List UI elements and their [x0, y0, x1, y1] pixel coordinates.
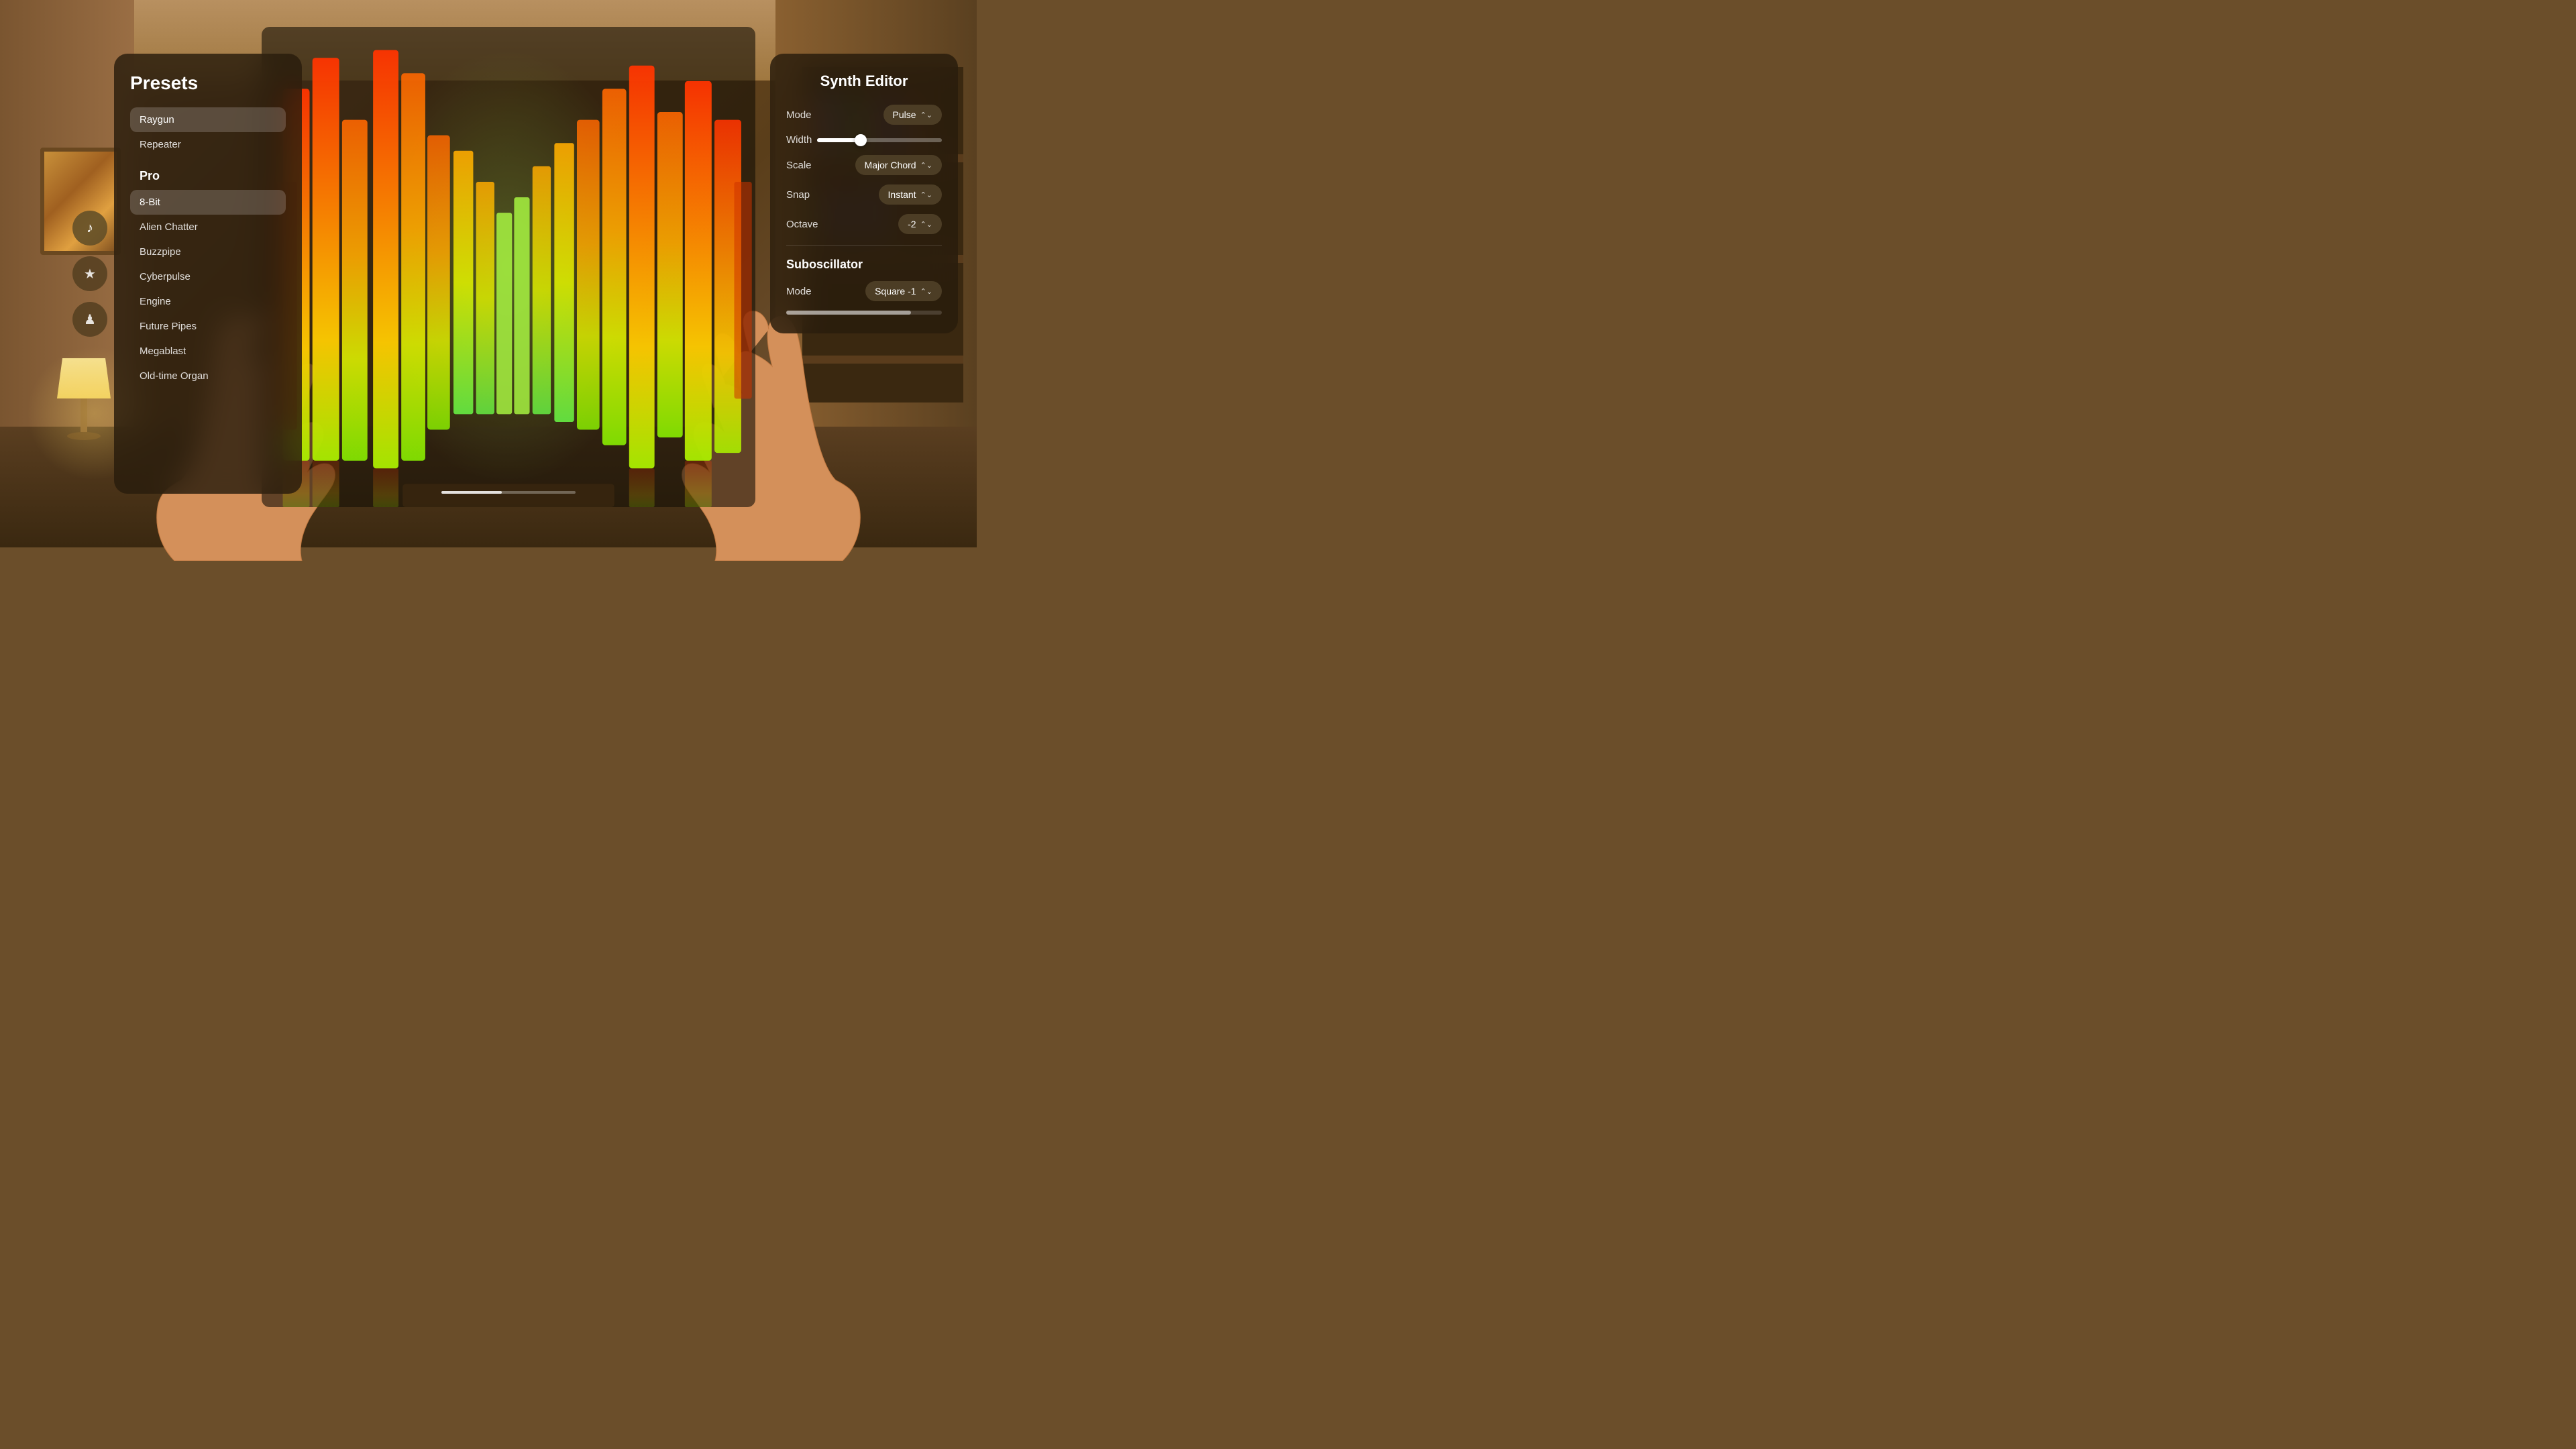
- preset-item-old-time-organ[interactable]: Old-time Organ: [130, 364, 286, 388]
- music-nav-button[interactable]: ♪: [72, 211, 107, 246]
- scale-value: Major Chord: [865, 160, 916, 170]
- preset-item-future-pipes[interactable]: Future Pipes: [130, 314, 286, 339]
- width-slider[interactable]: [817, 138, 942, 142]
- sub-mode-chevron-icon: ⌃⌄: [920, 287, 932, 296]
- preset-item-cyberpulse[interactable]: Cyberpulse: [130, 264, 286, 289]
- snap-label: Snap: [786, 189, 810, 201]
- lamp-base: [80, 398, 87, 432]
- octave-row: Octave -2 ⌃⌄: [786, 214, 942, 234]
- preset-item-engine[interactable]: Engine: [130, 289, 286, 314]
- suboscillator-title: Suboscillator: [786, 258, 942, 272]
- sub-volume-fill: [786, 311, 911, 315]
- visualizer-svg: [262, 27, 755, 507]
- preset-item-repeater[interactable]: Repeater: [130, 132, 286, 157]
- star-icon: ★: [84, 266, 96, 282]
- octave-value: -2: [908, 219, 916, 229]
- sub-mode-value: Square -1: [875, 286, 916, 297]
- sub-volume-bar[interactable]: [786, 311, 942, 315]
- width-row: Width: [786, 134, 942, 146]
- mode-dropdown[interactable]: Pulse ⌃⌄: [883, 105, 942, 125]
- avatar-nav-button[interactable]: ♟: [72, 302, 107, 337]
- person-icon: ♟: [84, 311, 96, 328]
- width-slider-thumb[interactable]: [855, 134, 867, 146]
- preset-item-alien-chatter[interactable]: Alien Chatter: [130, 215, 286, 239]
- width-label: Width: [786, 134, 812, 146]
- scale-label: Scale: [786, 160, 812, 171]
- lamp-foot: [67, 432, 101, 440]
- progress-fill: [441, 491, 502, 494]
- presets-panel: Presets Raygun Repeater Pro 8-Bit Alien …: [114, 54, 302, 494]
- mode-row: Mode Pulse ⌃⌄: [786, 105, 942, 125]
- synth-panel: Synth Editor Mode Pulse ⌃⌄ Width Scale M…: [770, 54, 958, 333]
- mode-value: Pulse: [893, 109, 916, 120]
- octave-dropdown[interactable]: -2 ⌃⌄: [898, 214, 942, 234]
- playback-progress[interactable]: [441, 491, 576, 494]
- snap-row: Snap Instant ⌃⌄: [786, 184, 942, 205]
- favorites-nav-button[interactable]: ★: [72, 256, 107, 291]
- octave-label: Octave: [786, 219, 818, 230]
- sub-mode-dropdown[interactable]: Square -1 ⌃⌄: [865, 281, 942, 301]
- snap-value: Instant: [888, 189, 916, 200]
- synth-divider: [786, 245, 942, 246]
- preset-item-buzzpipe[interactable]: Buzzpipe: [130, 239, 286, 264]
- octave-chevron-icon: ⌃⌄: [920, 220, 932, 229]
- scale-dropdown[interactable]: Major Chord ⌃⌄: [855, 155, 942, 175]
- mode-chevron-icon: ⌃⌄: [920, 111, 932, 119]
- sub-mode-label: Mode: [786, 286, 812, 297]
- visualizer: [262, 27, 755, 507]
- preset-item-8bit[interactable]: 8-Bit: [130, 190, 286, 215]
- music-icon: ♪: [87, 221, 93, 236]
- lamp: [57, 358, 111, 440]
- lamp-shade: [57, 358, 111, 398]
- snap-dropdown[interactable]: Instant ⌃⌄: [879, 184, 942, 205]
- pro-section-title: Pro: [140, 169, 286, 183]
- preset-item-raygun[interactable]: Raygun: [130, 107, 286, 132]
- presets-title: Presets: [130, 72, 286, 94]
- preset-item-megablast[interactable]: Megablast: [130, 339, 286, 364]
- synth-panel-title: Synth Editor: [786, 72, 942, 90]
- sub-mode-row: Mode Square -1 ⌃⌄: [786, 281, 942, 301]
- shelf-board-3: [802, 356, 963, 364]
- navigation-icons: ♪ ★ ♟: [72, 211, 107, 337]
- scale-chevron-icon: ⌃⌄: [920, 161, 932, 170]
- mode-label: Mode: [786, 109, 812, 121]
- scale-row: Scale Major Chord ⌃⌄: [786, 155, 942, 175]
- snap-chevron-icon: ⌃⌄: [920, 191, 932, 199]
- width-slider-container[interactable]: [817, 138, 942, 142]
